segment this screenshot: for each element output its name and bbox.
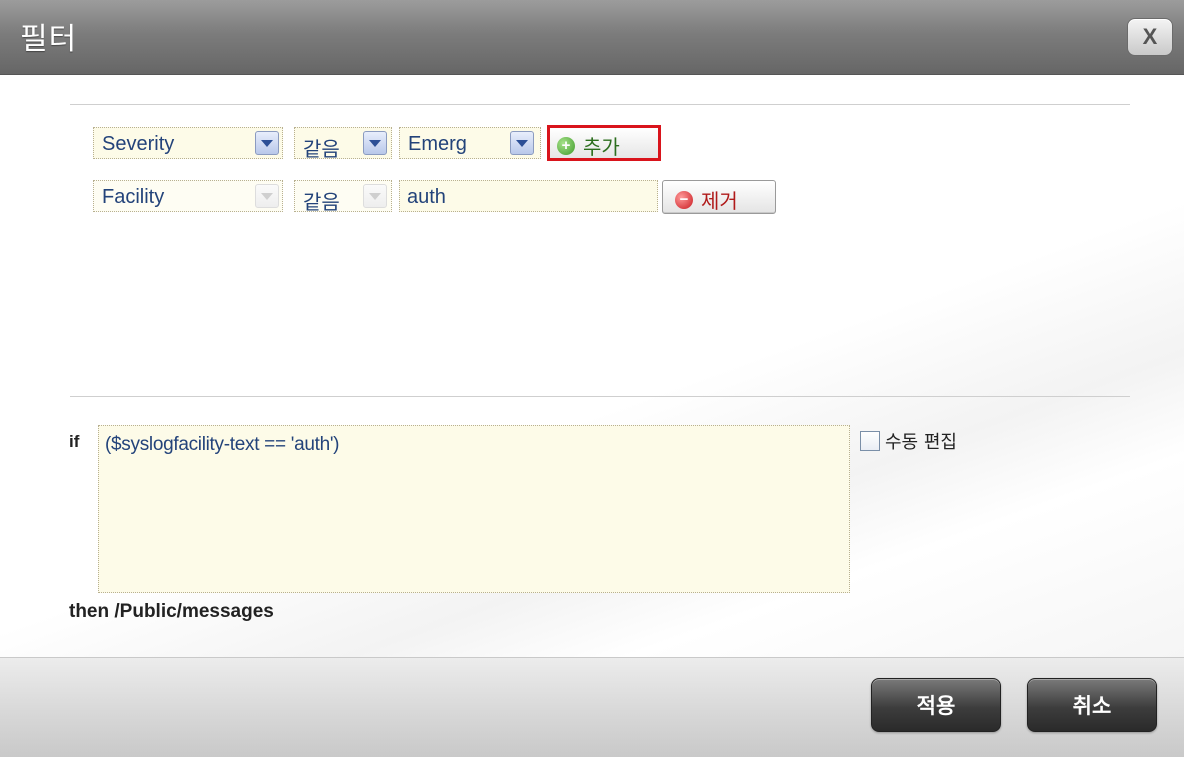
operator-select-row2-value: 같음: [303, 192, 340, 214]
apply-button-label: 적용: [916, 694, 956, 718]
chevron-down-icon: [363, 184, 387, 208]
close-icon: X: [1142, 24, 1158, 49]
title-bar: 필터 X: [0, 0, 1184, 75]
add-filter-button[interactable]: + 추가: [547, 125, 661, 161]
cancel-button-label: 취소: [1072, 694, 1112, 718]
cancel-button[interactable]: 취소: [1027, 678, 1157, 732]
close-button[interactable]: X: [1127, 18, 1173, 56]
operator-select-row2[interactable]: 같음: [294, 180, 392, 214]
chevron-down-icon[interactable]: [510, 131, 534, 155]
then-destination-label: then /Public/messages: [69, 601, 274, 622]
apply-button[interactable]: 적용: [871, 678, 1001, 732]
operator-select-row1-value: 같음: [303, 139, 340, 161]
dialog-footer: [0, 657, 1184, 757]
plus-circle-icon: +: [557, 136, 575, 155]
divider-top: [70, 104, 1130, 105]
operator-select-row1[interactable]: 같음: [294, 127, 392, 161]
add-filter-button-label: 추가: [583, 135, 620, 159]
expression-textarea[interactable]: ($syslogfacility-text == 'auth'): [98, 425, 850, 593]
field-select-row1[interactable]: Severity: [93, 127, 283, 159]
expression-text: ($syslogfacility-text == 'auth'): [105, 434, 340, 455]
if-label: if: [69, 432, 80, 451]
chevron-down-icon[interactable]: [255, 131, 279, 155]
divider-middle: [70, 396, 1130, 397]
manual-edit-checkbox[interactable]: [860, 431, 880, 451]
chevron-down-icon: [255, 184, 279, 208]
field-select-row2-value: Facility: [102, 186, 165, 208]
value-select-row1[interactable]: Emerg: [399, 127, 541, 159]
value-input-row2[interactable]: auth: [399, 180, 658, 212]
remove-filter-button-label: 제거: [701, 189, 738, 213]
field-select-row2[interactable]: Facility: [93, 180, 283, 212]
field-select-row1-value: Severity: [102, 133, 175, 155]
manual-edit-option[interactable]: 수동 편집: [860, 428, 957, 454]
remove-filter-button[interactable]: − 제거: [662, 180, 776, 214]
value-select-row1-value: Emerg: [408, 133, 467, 155]
filter-dialog: 필터 X Severity 같음 Emerg + 추가 Facility 같음 …: [0, 0, 1184, 757]
chevron-down-icon[interactable]: [363, 131, 387, 155]
minus-circle-icon: −: [675, 190, 693, 209]
value-input-row2-value: auth: [407, 186, 446, 208]
dialog-title: 필터: [20, 22, 78, 57]
manual-edit-label: 수동 편집: [885, 432, 957, 453]
